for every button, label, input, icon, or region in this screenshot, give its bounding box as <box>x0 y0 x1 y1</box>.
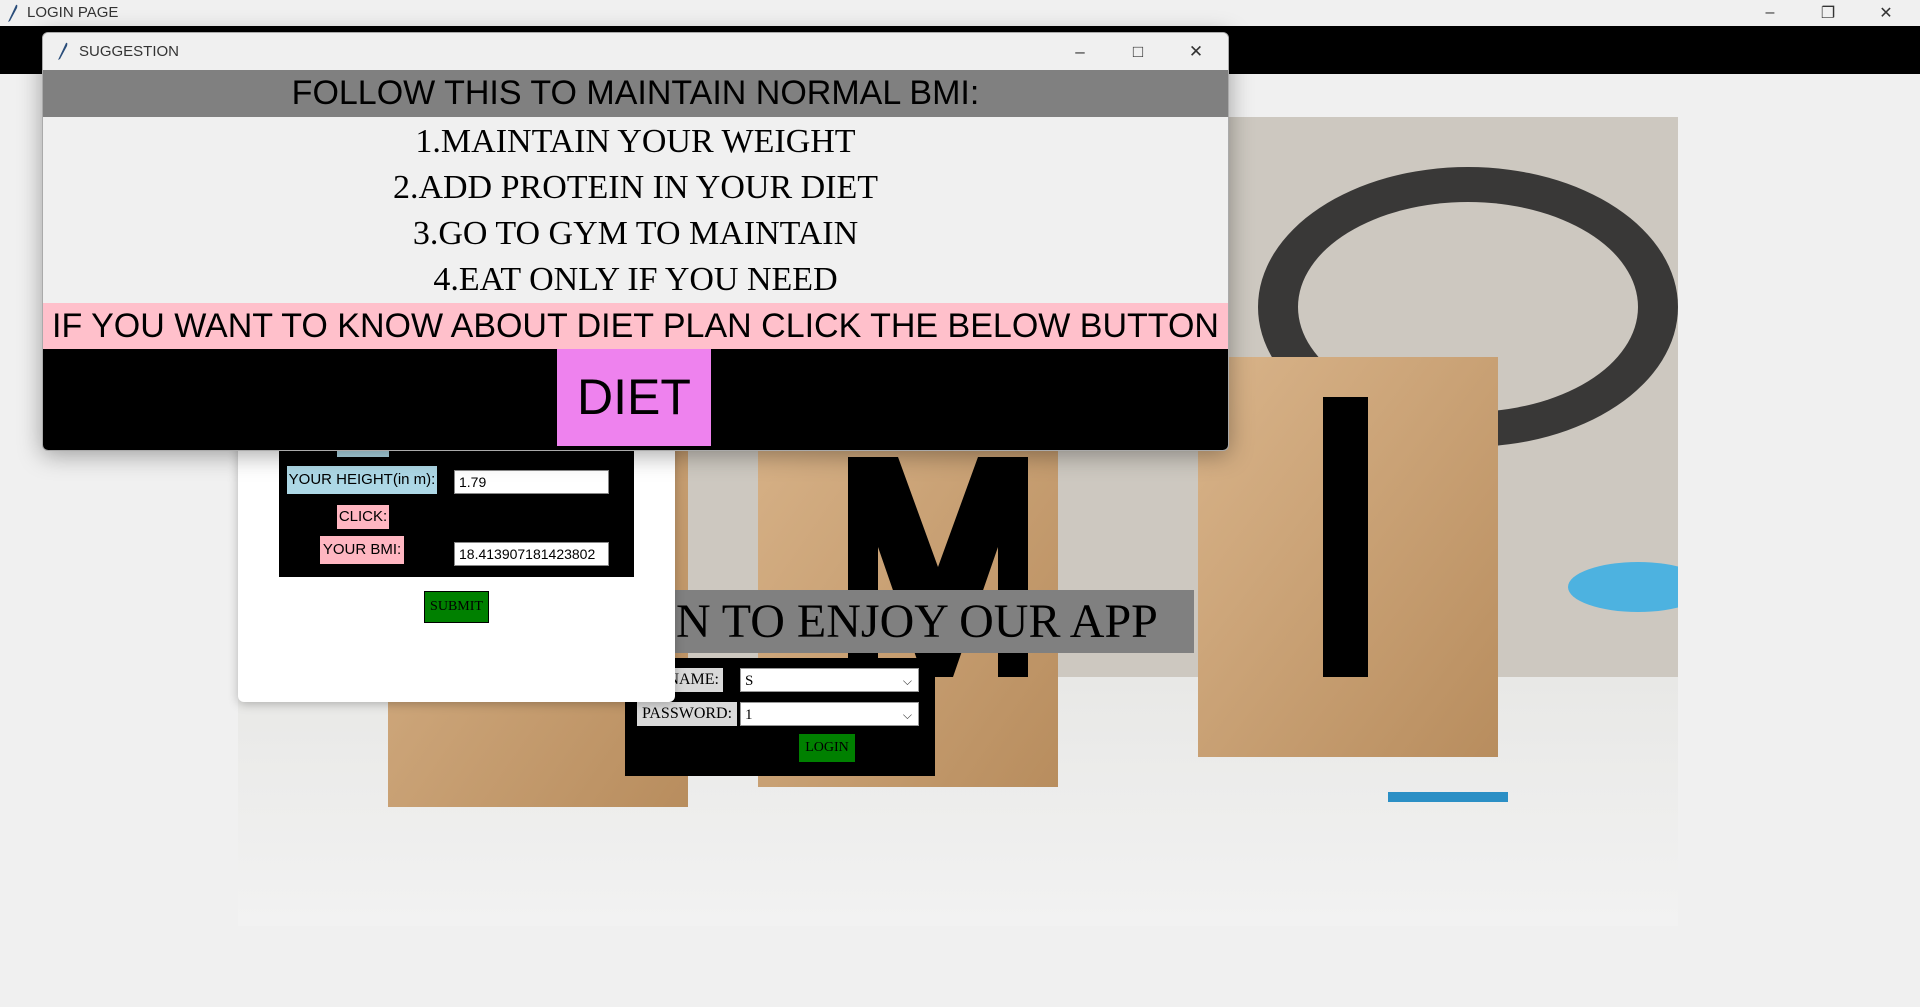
suggestion-window-title: SUGGESTION <box>79 43 180 60</box>
click-button[interactable]: CLICK: <box>337 505 389 529</box>
username-value: S <box>745 673 754 689</box>
bmi-form-panel: CLICK: YOUR HEIGHT(in m): 1.79 CLICK: YO… <box>279 435 634 577</box>
suggestion-titlebar: SUGGESTION – □ ✕ <box>43 33 1228 70</box>
main-window-title: LOGIN PAGE <box>27 4 119 21</box>
main-titlebar: LOGIN PAGE – ❐ ✕ <box>0 0 1920 26</box>
username-combobox[interactable]: S ⌵ <box>740 668 919 692</box>
tip-4: 4.EAT ONLY IF YOU NEED <box>433 261 838 298</box>
chevron-down-icon[interactable]: ⌵ <box>903 703 912 727</box>
login-button[interactable]: LOGIN <box>798 733 856 763</box>
password-value: 1 <box>745 707 753 723</box>
tip-3: 3.GO TO GYM TO MAINTAIN <box>412 215 859 252</box>
feather-app-icon <box>8 4 18 23</box>
diet-plan-prompt: IF YOU WANT TO KNOW ABOUT DIET PLAN CLIC… <box>43 303 1228 349</box>
restore-icon[interactable]: ❐ <box>1799 0 1857 26</box>
minimize-icon[interactable]: – <box>1741 0 1799 26</box>
submit-button[interactable]: SUBMIT <box>424 591 489 623</box>
close-icon[interactable]: ✕ <box>1167 33 1225 70</box>
password-label: PASSWORD: <box>637 702 737 726</box>
minimize-icon[interactable]: – <box>1051 33 1109 70</box>
tip-2: 2.ADD PROTEIN IN YOUR DIET <box>392 169 879 206</box>
suggestion-header: FOLLOW THIS TO MAINTAIN NORMAL BMI: <box>43 70 1228 117</box>
feather-app-icon <box>58 42 68 60</box>
height-input[interactable]: 1.79 <box>454 470 609 494</box>
tip-1: 1.MAINTAIN YOUR WEIGHT <box>415 123 856 160</box>
bmi-label: YOUR BMI: <box>320 536 404 564</box>
close-icon[interactable]: ✕ <box>1857 0 1915 26</box>
maximize-icon[interactable]: □ <box>1109 33 1167 70</box>
password-combobox[interactable]: 1 ⌵ <box>740 702 919 726</box>
welcome-label: IN TO ENJOY OUR APP <box>660 590 1194 653</box>
bmi-result-field: 18.413907181423802 <box>454 542 609 566</box>
chevron-down-icon[interactable]: ⌵ <box>903 669 912 693</box>
diet-button[interactable]: DIET <box>557 349 711 446</box>
suggestion-window: SUGGESTION – □ ✕ FOLLOW THIS TO MAINTAIN… <box>42 32 1229 451</box>
height-label: YOUR HEIGHT(in m): <box>287 466 437 494</box>
